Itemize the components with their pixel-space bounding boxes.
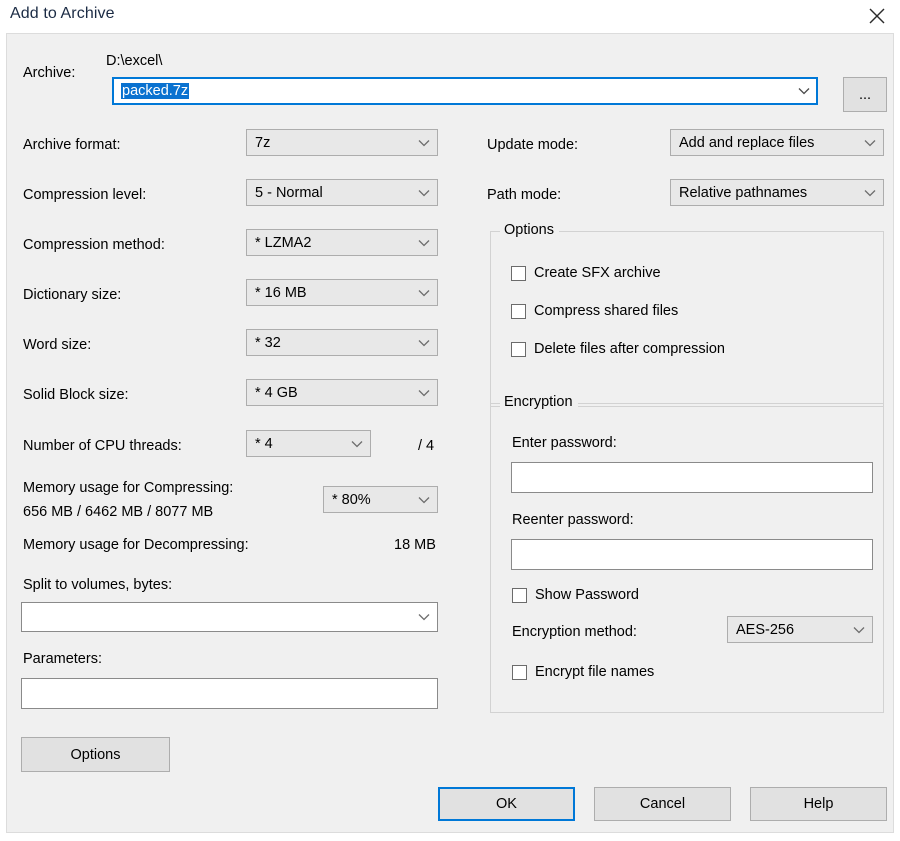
chevron-down-icon	[411, 139, 437, 147]
archive-name-value: packed.7z	[121, 83, 190, 99]
enter-password-value	[512, 463, 872, 473]
cpu-threads-total: / 4	[418, 438, 435, 454]
chevron-down-icon	[791, 87, 817, 95]
memory-compress-label: Memory usage for Compressing:	[23, 480, 234, 496]
enter-password-label: Enter password:	[512, 435, 617, 451]
chevron-down-icon	[411, 496, 437, 504]
chevron-down-icon	[411, 389, 437, 397]
encryption-method-value: AES-256	[736, 621, 795, 638]
cpu-threads-combobox[interactable]: * 4	[246, 430, 371, 457]
compress-shared-files-checkbox[interactable]: Compress shared files	[511, 303, 678, 319]
path-mode-value: Relative pathnames	[679, 184, 808, 201]
word-size-combobox[interactable]: * 32	[246, 329, 438, 356]
archive-path: D:\excel\	[106, 53, 163, 69]
ok-button[interactable]: OK	[438, 787, 575, 821]
checkbox-box	[511, 303, 526, 319]
delete-files-after-compression-checkbox[interactable]: Delete files after compression	[511, 341, 725, 357]
parameters-input[interactable]	[21, 678, 438, 709]
archive-format-combobox[interactable]: 7z	[246, 129, 438, 156]
update-mode-value: Add and replace files	[679, 134, 815, 151]
checkbox-box	[512, 664, 527, 680]
path-mode-label: Path mode:	[487, 187, 562, 203]
archive-format-value: 7z	[255, 134, 271, 151]
solid-block-size-combobox[interactable]: * 4 GB	[246, 379, 438, 406]
show-password-label: Show Password	[535, 587, 639, 603]
parameters-value	[22, 679, 437, 689]
chevron-down-icon	[411, 339, 437, 347]
chevron-down-icon	[846, 626, 872, 634]
cpu-threads-label: Number of CPU threads:	[23, 438, 182, 454]
compression-method-label: Compression method:	[23, 237, 165, 253]
compression-level-label: Compression level:	[23, 187, 147, 203]
memory-compress-value: 656 MB / 6462 MB / 8077 MB	[23, 504, 214, 520]
memory-percent-combobox[interactable]: * 80%	[323, 486, 438, 513]
compression-method-value: * LZMA2	[255, 234, 312, 251]
chevron-down-icon	[857, 189, 883, 197]
close-button[interactable]	[854, 0, 900, 31]
dialog-body: Archive: D:\excel\ packed.7z ... Archive…	[6, 33, 894, 833]
cancel-button[interactable]: Cancel	[594, 787, 731, 821]
word-size-value: * 32	[255, 334, 281, 351]
cpu-threads-value: * 4	[255, 435, 273, 452]
parameters-label: Parameters:	[23, 651, 102, 667]
chevron-down-icon	[411, 613, 437, 621]
create-sfx-checkbox[interactable]: Create SFX archive	[511, 265, 661, 281]
browse-button[interactable]: ...	[843, 77, 887, 112]
title-bar: Add to Archive	[0, 0, 900, 33]
compress-shared-files-label: Compress shared files	[534, 303, 679, 319]
encryption-method-label: Encryption method:	[512, 624, 637, 640]
solid-block-size-value: * 4 GB	[255, 384, 298, 401]
checkbox-box	[512, 587, 527, 603]
options-button[interactable]: Options	[21, 737, 170, 772]
compression-method-combobox[interactable]: * LZMA2	[246, 229, 438, 256]
split-volumes-label: Split to volumes, bytes:	[23, 577, 173, 593]
dictionary-size-combobox[interactable]: * 16 MB	[246, 279, 438, 306]
solid-block-size-label: Solid Block size:	[23, 387, 129, 403]
reenter-password-value	[512, 540, 872, 550]
encrypt-file-names-checkbox[interactable]: Encrypt file names	[512, 664, 654, 680]
reenter-password-label: Reenter password:	[512, 512, 634, 528]
compression-level-value: 5 - Normal	[255, 184, 323, 201]
encryption-group: Encryption Enter password: Reenter passw…	[490, 394, 884, 713]
dialog-title: Add to Archive	[10, 5, 115, 22]
chevron-down-icon	[344, 440, 370, 448]
archive-name-combobox[interactable]: packed.7z	[112, 77, 818, 105]
encryption-group-title: Encryption	[500, 394, 578, 410]
word-size-label: Word size:	[23, 337, 92, 353]
options-group-title: Options	[500, 222, 559, 238]
reenter-password-input[interactable]	[511, 539, 873, 570]
dictionary-size-label: Dictionary size:	[23, 287, 122, 303]
chevron-down-icon	[411, 239, 437, 247]
compression-level-combobox[interactable]: 5 - Normal	[246, 179, 438, 206]
checkbox-box	[511, 265, 526, 281]
checkbox-box	[511, 341, 526, 357]
show-password-checkbox[interactable]: Show Password	[512, 587, 639, 603]
delete-files-after-compression-label: Delete files after compression	[534, 341, 725, 357]
help-button[interactable]: Help	[750, 787, 887, 821]
chevron-down-icon	[411, 289, 437, 297]
memory-decompress-label: Memory usage for Decompressing:	[23, 537, 249, 553]
memory-decompress-value: 18 MB	[394, 537, 436, 553]
split-volumes-combobox[interactable]	[21, 602, 438, 632]
memory-percent-value: * 80%	[332, 491, 371, 508]
archive-label: Archive:	[23, 65, 76, 81]
update-mode-combobox[interactable]: Add and replace files	[670, 129, 884, 156]
archive-format-label: Archive format:	[23, 137, 121, 153]
chevron-down-icon	[857, 139, 883, 147]
enter-password-input[interactable]	[511, 462, 873, 493]
encryption-method-combobox[interactable]: AES-256	[727, 616, 873, 643]
dictionary-size-value: * 16 MB	[255, 284, 307, 301]
create-sfx-label: Create SFX archive	[534, 265, 661, 281]
options-group: Options Create SFX archive Compress shar…	[490, 222, 884, 407]
path-mode-combobox[interactable]: Relative pathnames	[670, 179, 884, 206]
chevron-down-icon	[411, 189, 437, 197]
update-mode-label: Update mode:	[487, 137, 579, 153]
encrypt-file-names-label: Encrypt file names	[535, 664, 655, 680]
